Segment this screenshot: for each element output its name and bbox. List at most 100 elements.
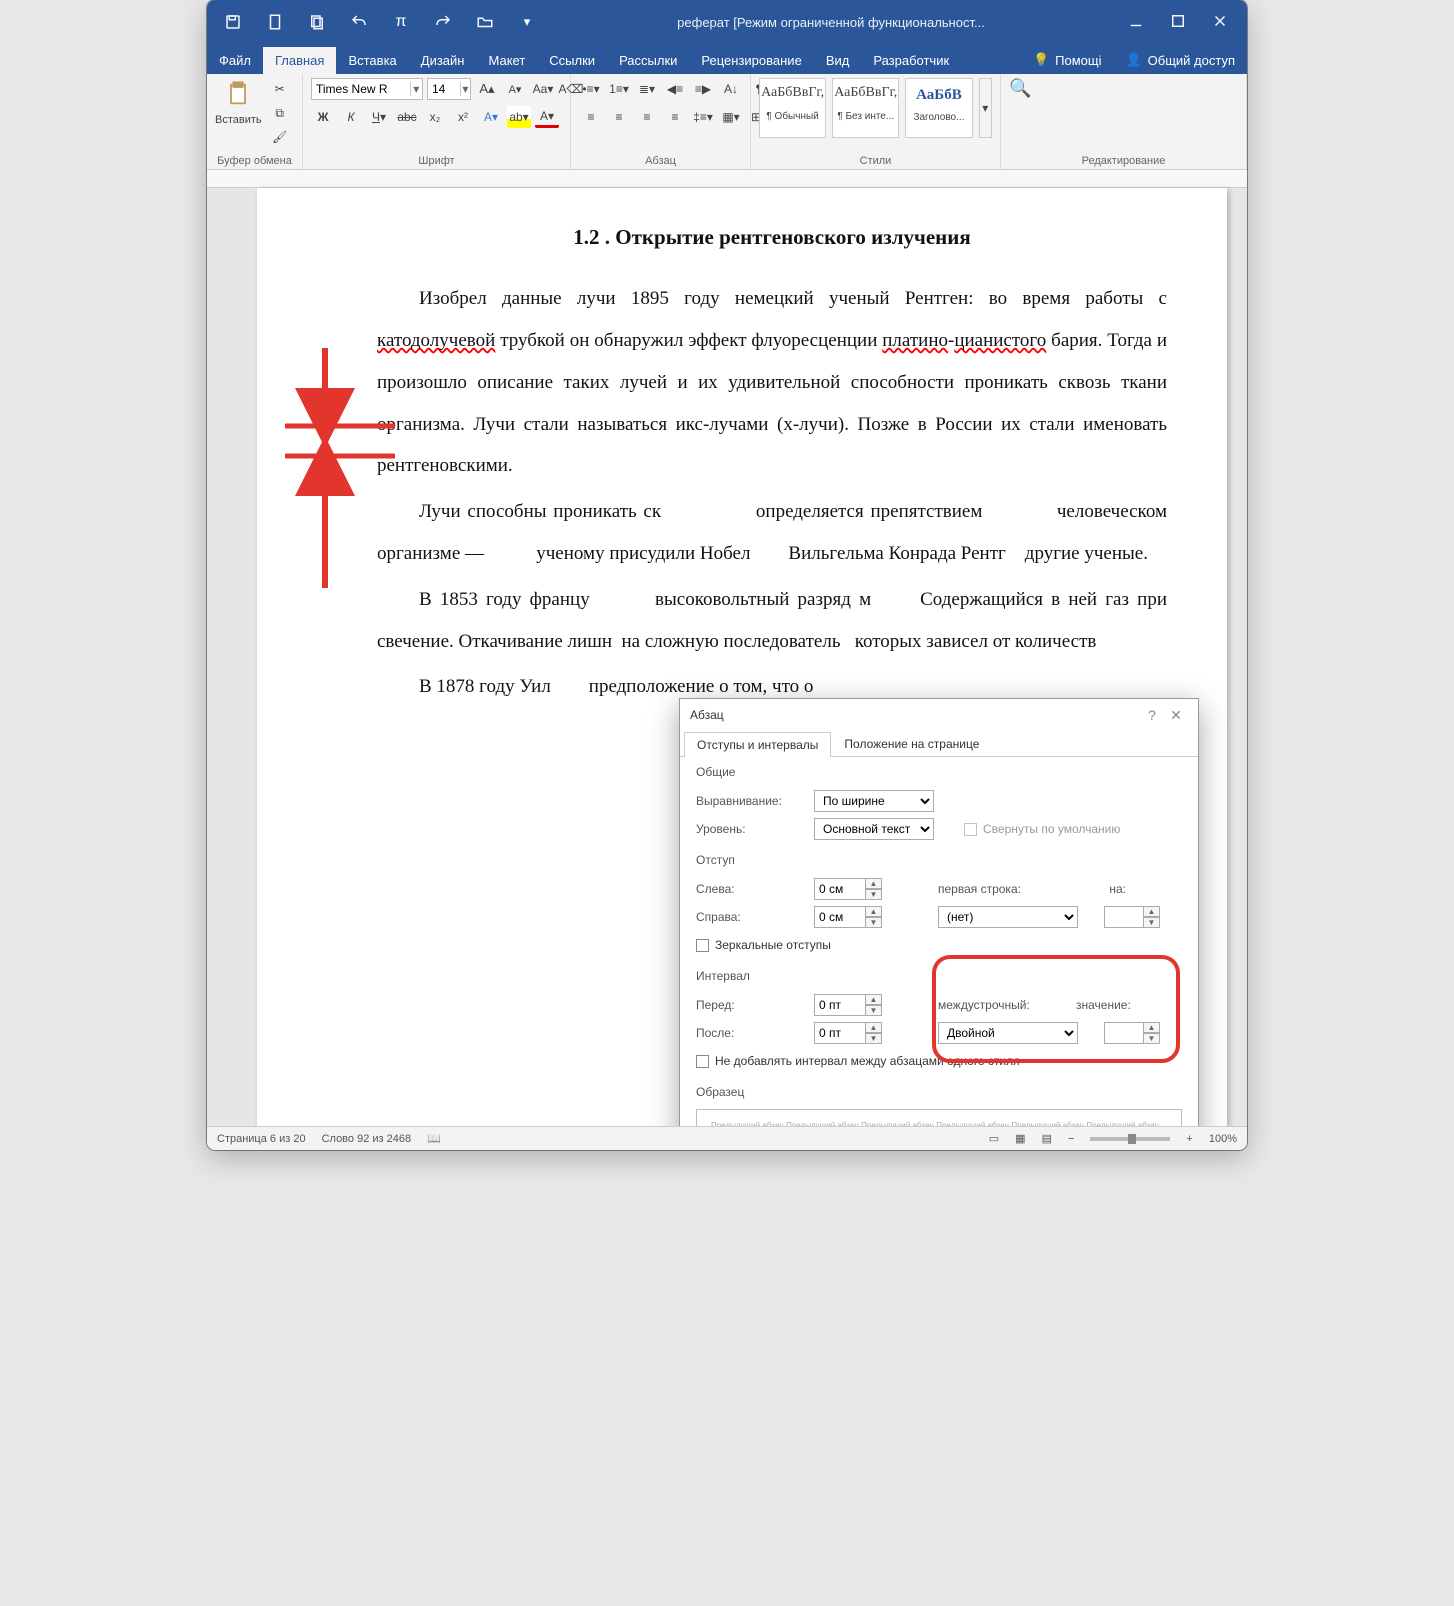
highlight-icon[interactable]: ab▾ <box>507 106 531 128</box>
print-layout-icon[interactable]: ▦ <box>1015 1132 1025 1145</box>
styles-more-icon[interactable]: ▾ <box>979 78 993 138</box>
numbering-icon[interactable]: 1≡▾ <box>607 78 631 100</box>
indent-left-spinner[interactable]: ▲▼ <box>814 878 882 900</box>
dialog-close-icon[interactable]: ✕ <box>1164 707 1188 724</box>
paragraph-dialog: Абзац ? ✕ Отступы и интервалы Положение … <box>679 698 1199 1126</box>
alignment-label: Выравнивание: <box>696 794 806 808</box>
indent-right-label: Справа: <box>696 910 806 924</box>
preview-box: Предыдущий абзац Предыдущий абзац Предыд… <box>696 1109 1182 1126</box>
dialog-tab-indents[interactable]: Отступы и интервалы <box>684 732 831 757</box>
line-spacing-select[interactable]: Двойной <box>938 1022 1078 1044</box>
qat-more-icon[interactable]: ▾ <box>515 11 539 33</box>
mirror-indents-checkbox[interactable]: Зеркальные отступы <box>696 938 831 952</box>
strike-icon[interactable]: abc <box>395 106 419 128</box>
zoom-out-icon[interactable]: − <box>1068 1133 1074 1145</box>
redo-icon[interactable] <box>431 11 455 33</box>
italic-icon[interactable]: К <box>339 106 363 128</box>
copy-icon[interactable]: ⧉ <box>268 102 292 124</box>
line-at-spinner[interactable]: ▲▼ <box>1104 1022 1160 1044</box>
read-mode-icon[interactable]: ▭ <box>989 1132 999 1145</box>
dialog-help-icon[interactable]: ? <box>1140 707 1164 723</box>
increase-indent-icon[interactable]: ≡▶ <box>691 78 715 100</box>
tab-review[interactable]: Рецензирование <box>689 47 813 74</box>
align-left-icon[interactable]: ≡ <box>579 106 603 128</box>
paste-button[interactable]: Вставить <box>215 78 262 126</box>
sort-icon[interactable]: A↓ <box>719 78 743 100</box>
zoom-value[interactable]: 100% <box>1209 1133 1237 1145</box>
help-label: Помощі <box>1055 53 1101 68</box>
status-page[interactable]: Страница 6 из 20 <box>217 1133 306 1145</box>
space-before-label: Перед: <box>696 998 806 1012</box>
font-name-combo[interactable]: ▾ <box>311 78 423 100</box>
align-center-icon[interactable]: ≡ <box>607 106 631 128</box>
indent-right-spinner[interactable]: ▲▼ <box>814 906 882 928</box>
cut-icon[interactable]: ✂ <box>268 78 292 100</box>
undo-icon[interactable] <box>347 11 371 33</box>
multilevel-icon[interactable]: ≣▾ <box>635 78 659 100</box>
workspace: 1.2 . Открытие рентгеновского излучения … <box>207 170 1247 1126</box>
style-no-spacing[interactable]: АаБбВвГг,¶ Без инте... <box>832 78 899 138</box>
font-color-icon[interactable]: A▾ <box>535 106 559 128</box>
pi-icon[interactable]: π <box>389 11 413 33</box>
alignment-select[interactable]: По ширине <box>814 790 934 812</box>
maximize-icon[interactable] <box>1169 12 1187 33</box>
ribbon: Вставить ✂ ⧉ 🖌 Буфер обмена ▾ ▾ A▴ A▾ Aa… <box>207 74 1247 170</box>
find-button[interactable]: 🔍 <box>1009 78 1031 99</box>
line-spacing-label: междустрочный: <box>938 998 1068 1012</box>
tab-design[interactable]: Дизайн <box>409 47 477 74</box>
dialog-tab-position[interactable]: Положение на странице <box>831 731 992 756</box>
close-icon[interactable] <box>1211 12 1229 33</box>
subscript-icon[interactable]: x₂ <box>423 106 447 128</box>
save-icon[interactable] <box>221 11 245 33</box>
superscript-icon[interactable]: x² <box>451 106 475 128</box>
zoom-in-icon[interactable]: + <box>1186 1133 1192 1145</box>
space-after-spinner[interactable]: ▲▼ <box>814 1022 882 1044</box>
underline-icon[interactable]: Ч▾ <box>367 106 391 128</box>
bullets-icon[interactable]: •≡▾ <box>579 78 603 100</box>
outline-level-select[interactable]: Основной текст <box>814 818 934 840</box>
help-button[interactable]: 💡Помощі <box>1021 46 1114 74</box>
shrink-font-icon[interactable]: A▾ <box>503 78 527 100</box>
tab-references[interactable]: Ссылки <box>537 47 607 74</box>
status-words[interactable]: Слово 92 из 2468 <box>322 1133 412 1145</box>
shading-icon[interactable]: ▦▾ <box>719 106 743 128</box>
tab-home[interactable]: Главная <box>263 47 336 74</box>
open-icon[interactable] <box>305 11 329 33</box>
align-right-icon[interactable]: ≡ <box>635 106 659 128</box>
first-line-select[interactable]: (нет) <box>938 906 1078 928</box>
change-case-icon[interactable]: Aa▾ <box>531 78 555 100</box>
tab-file[interactable]: Файл <box>207 47 263 74</box>
new-doc-icon[interactable] <box>263 11 287 33</box>
line-at-label: значение: <box>1076 998 1146 1012</box>
tab-developer[interactable]: Разработчик <box>861 47 961 74</box>
minimize-icon[interactable] <box>1127 12 1145 33</box>
tab-layout[interactable]: Макет <box>476 47 537 74</box>
grow-font-icon[interactable]: A▴ <box>475 78 499 100</box>
no-same-style-space-checkbox[interactable]: Не добавлять интервал между абзацами одн… <box>696 1054 1020 1068</box>
style-heading[interactable]: АаБбВЗаголово... <box>905 78 972 138</box>
bold-icon[interactable]: Ж <box>311 106 335 128</box>
decrease-indent-icon[interactable]: ◀≡ <box>663 78 687 100</box>
tab-mailings[interactable]: Рассылки <box>607 47 689 74</box>
proofing-icon[interactable]: 📖 <box>427 1132 441 1145</box>
tab-view[interactable]: Вид <box>814 47 862 74</box>
justify-icon[interactable]: ≡ <box>663 106 687 128</box>
title-bar: π ▾ реферат [Режим ограниченной функцион… <box>207 0 1247 44</box>
format-painter-icon[interactable]: 🖌 <box>268 126 292 148</box>
section-general: Общие <box>696 765 1182 779</box>
line-spacing-icon[interactable]: ‡≡▾ <box>691 106 715 128</box>
indent-by-spinner[interactable]: ▲▼ <box>1104 906 1160 928</box>
share-button[interactable]: 👤Общий доступ <box>1113 46 1247 74</box>
folder-icon[interactable] <box>473 11 497 33</box>
paste-label: Вставить <box>215 114 262 126</box>
space-after-label: После: <box>696 1026 806 1040</box>
text-effects-icon[interactable]: A▾ <box>479 106 503 128</box>
web-layout-icon[interactable]: ▤ <box>1042 1132 1052 1145</box>
zoom-slider[interactable] <box>1090 1137 1170 1141</box>
font-size-combo[interactable]: ▾ <box>427 78 471 100</box>
horizontal-ruler[interactable] <box>207 170 1247 188</box>
space-before-spinner[interactable]: ▲▼ <box>814 994 882 1016</box>
doc-heading: 1.2 . Открытие рентгеновского излучения <box>377 214 1167 260</box>
tab-insert[interactable]: Вставка <box>336 47 408 74</box>
style-normal[interactable]: АаБбВвГг,¶ Обычный <box>759 78 826 138</box>
